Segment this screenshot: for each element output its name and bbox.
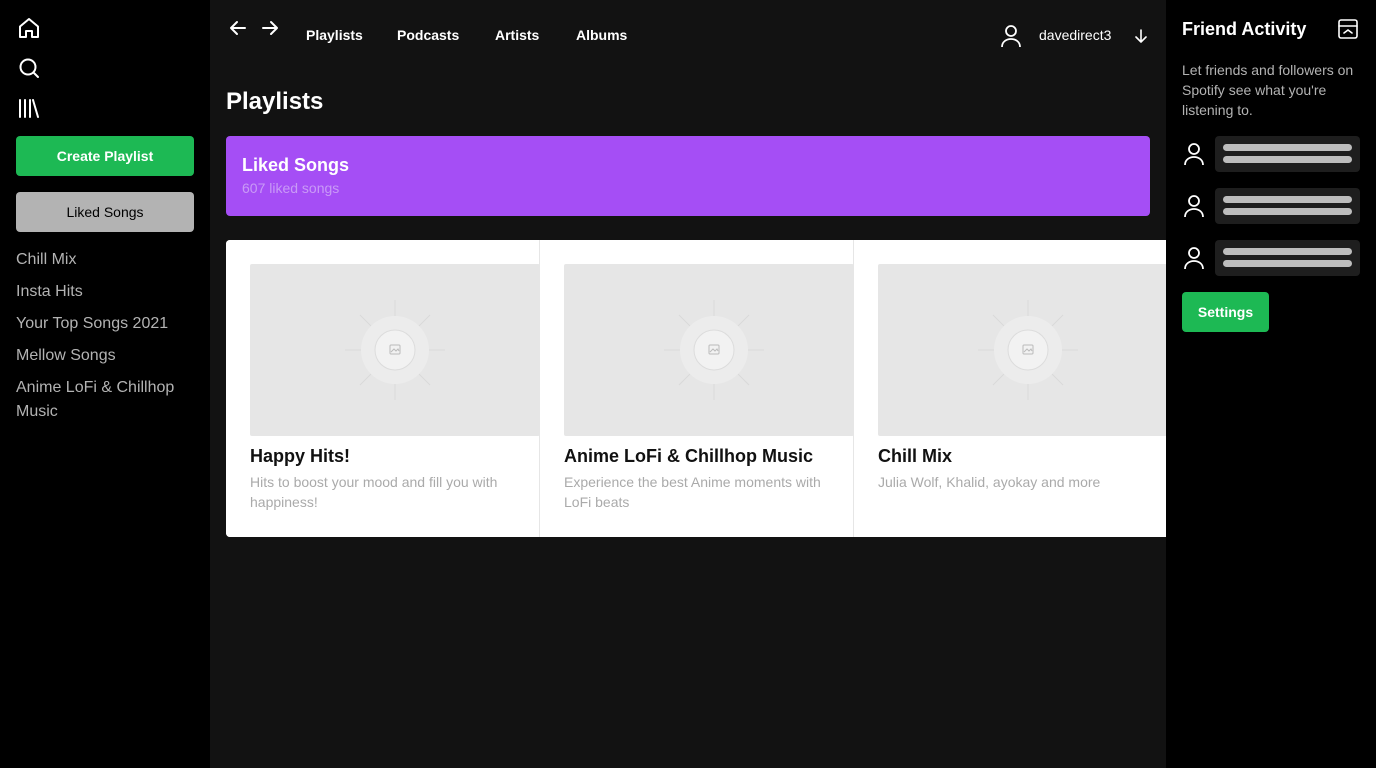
user-icon[interactable] bbox=[1000, 24, 1022, 48]
create-playlist-button[interactable]: Create Playlist bbox=[16, 136, 194, 176]
nav-link-playlists[interactable]: Playlists bbox=[306, 27, 363, 43]
placeholder-line bbox=[1223, 260, 1352, 267]
friend-activity-description: Let friends and followers on Spotify see… bbox=[1182, 62, 1354, 118]
liked-songs-title: Liked Songs bbox=[242, 155, 350, 175]
user-icon bbox=[1182, 246, 1206, 270]
liked-songs-banner[interactable]: Liked Songs 607 liked songs bbox=[226, 136, 1150, 216]
playlist-card-title: Anime LoFi & Chillhop Music bbox=[564, 446, 813, 466]
arrow-down-icon[interactable] bbox=[1133, 27, 1149, 45]
playlist-cards: Happy Hits! Hits to boost your mood and … bbox=[226, 240, 1166, 537]
main-content: Playlists Podcasts Artists Albums davedi… bbox=[210, 0, 1166, 768]
friend-placeholder bbox=[1215, 240, 1360, 276]
playlist-card-description: Julia Wolf, Khalid, ayokay and more bbox=[878, 474, 1101, 490]
user-icon bbox=[1182, 142, 1206, 166]
home-icon[interactable] bbox=[16, 15, 42, 41]
username[interactable]: davedirect3 bbox=[1039, 27, 1111, 43]
friend-placeholder bbox=[1215, 188, 1360, 224]
close-panel-icon[interactable] bbox=[1337, 18, 1359, 40]
nav-link-artists[interactable]: Artists bbox=[495, 27, 539, 43]
playlist-cover-image bbox=[878, 264, 1166, 436]
search-icon[interactable] bbox=[16, 55, 42, 81]
playlist-card-description: Hits to boost your mood and fill you wit… bbox=[250, 474, 498, 510]
playlist-cover-image bbox=[564, 264, 854, 436]
nav-link-podcasts[interactable]: Podcasts bbox=[397, 27, 459, 43]
page-title: Playlists bbox=[226, 88, 324, 115]
playlist-item[interactable]: Insta Hits bbox=[16, 280, 196, 304]
playlist-card[interactable]: Happy Hits! Hits to boost your mood and … bbox=[226, 240, 540, 537]
playlist-item[interactable]: Anime LoFi & Chillhop Music bbox=[16, 376, 196, 424]
placeholder-line bbox=[1223, 144, 1352, 151]
user-icon bbox=[1182, 194, 1206, 218]
nav-link-albums[interactable]: Albums bbox=[576, 27, 627, 43]
playlist-card-title: Chill Mix bbox=[878, 446, 953, 466]
placeholder-line bbox=[1223, 196, 1352, 203]
back-arrow-icon[interactable] bbox=[226, 16, 250, 40]
playlist-item[interactable]: Your Top Songs 2021 bbox=[16, 312, 196, 336]
friend-placeholder bbox=[1215, 136, 1360, 172]
playlist-card-title: Happy Hits! bbox=[250, 446, 351, 466]
forward-arrow-icon[interactable] bbox=[258, 16, 282, 40]
friend-activity-panel: Friend Activity Let friends and follower… bbox=[1166, 0, 1376, 768]
friend-placeholder-row bbox=[1182, 188, 1360, 224]
playlist-cover-image bbox=[250, 264, 540, 436]
playlist-card[interactable]: Chill Mix Julia Wolf, Khalid, ayokay and… bbox=[853, 240, 1166, 537]
settings-button[interactable]: Settings bbox=[1182, 292, 1269, 332]
friend-placeholder-row bbox=[1182, 136, 1360, 172]
playlist-item[interactable]: Mellow Songs bbox=[16, 344, 196, 368]
library-icon[interactable] bbox=[16, 95, 42, 121]
playlist-item[interactable]: Chill Mix bbox=[16, 248, 196, 272]
liked-songs-button[interactable]: Liked Songs bbox=[16, 192, 194, 232]
liked-songs-count: 607 liked songs bbox=[242, 180, 340, 196]
playlist-list: Chill Mix Insta Hits Your Top Songs 2021… bbox=[16, 248, 196, 432]
placeholder-line bbox=[1223, 208, 1352, 215]
playlist-card-description: Experience the best Anime moments with L… bbox=[564, 474, 821, 510]
friend-activity-title: Friend Activity bbox=[1182, 19, 1307, 39]
friend-placeholder-row bbox=[1182, 240, 1360, 276]
placeholder-line bbox=[1223, 248, 1352, 255]
left-sidebar: Create Playlist Liked Songs Chill Mix In… bbox=[0, 0, 210, 768]
placeholder-line bbox=[1223, 156, 1352, 163]
playlist-card[interactable]: Anime LoFi & Chillhop Music Experience t… bbox=[539, 240, 854, 537]
app-window: Create Playlist Liked Songs Chill Mix In… bbox=[0, 0, 1376, 768]
